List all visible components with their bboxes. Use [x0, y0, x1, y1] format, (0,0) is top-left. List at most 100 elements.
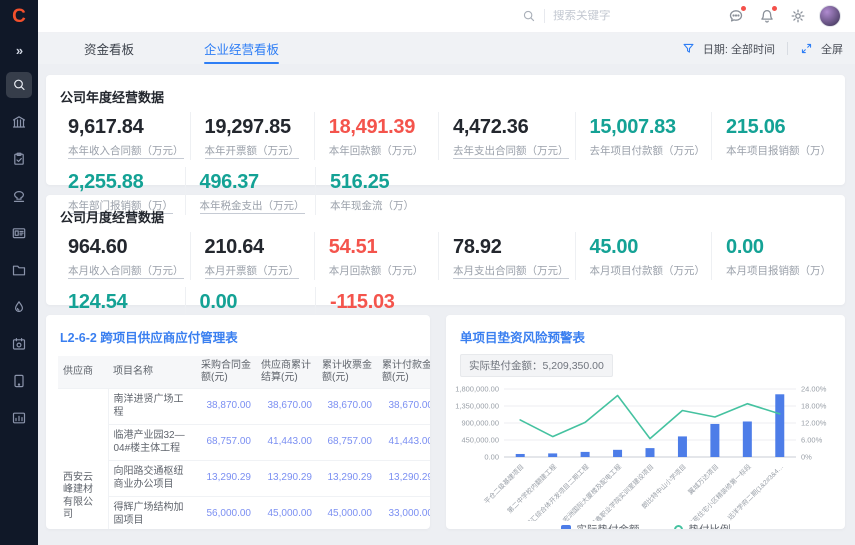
monthly-kpi: 964.60 本月收入合同额（万元）: [54, 232, 190, 280]
bar-6[interactable]: [710, 424, 719, 457]
sidebar-item-report-icon[interactable]: [6, 405, 32, 431]
table-row[interactable]: 西安云峰建材有限公司南洋进贤广场工程38,870.0038,670.0038,6…: [58, 389, 430, 425]
kpi-label[interactable]: 本年开票额（万元）: [205, 143, 308, 158]
svg-text:12.00%: 12.00%: [801, 419, 827, 428]
gear-icon[interactable]: [787, 5, 809, 27]
annual-kpi: 18,491.39本年回款额（万元）: [314, 112, 438, 160]
bar-8[interactable]: [775, 394, 784, 457]
sidebar-item-droplet-icon[interactable]: [6, 294, 32, 320]
sidebar-item-bank-icon[interactable]: [6, 109, 32, 135]
supplier-cell: 西安云峰建材有限公司: [58, 389, 108, 530]
amount-cell: 41,443.00: [256, 425, 317, 461]
table-row[interactable]: 向阳路交通枢纽商业办公项目13,290.2913,290.2913,290.29…: [58, 461, 430, 497]
kpi-value: 964.60: [68, 235, 184, 259]
kpi-value: 0.00: [200, 290, 310, 314]
sidebar-item-folder-icon[interactable]: [6, 257, 32, 283]
legend-item[interactable]: 实际垫付金额: [561, 522, 640, 529]
kpi-label[interactable]: 本年收入合同额（万元）: [68, 143, 184, 158]
project-name-cell: 向阳路交通枢纽商业办公项目: [108, 461, 196, 497]
payable-table-title: L2-6-2 跨项目供应商应付管理表: [46, 315, 430, 352]
kpi-value: 516.25: [330, 170, 440, 194]
kpi-label: 本月项目付款额（万元）: [590, 263, 706, 278]
svg-text:6.00%: 6.00%: [801, 436, 823, 445]
supplier-payable-table[interactable]: 供应商项目名称采购合同金额(元)供应商累计结算(元)累计收票金额(元)累计付款金…: [58, 356, 430, 529]
kpi-value: 2,255.88: [68, 170, 179, 194]
table-row[interactable]: 得辉广场结构加固项目56,000.0045,000.0045,000.0033,…: [58, 497, 430, 530]
supplier-payable-card: L2-6-2 跨项目供应商应付管理表 供应商项目名称采购合同金额(元)供应商累计…: [46, 315, 430, 529]
kpi-label: 本年现金流（万）: [330, 198, 440, 213]
kpi-label[interactable]: 本月收入合同额（万元）: [68, 263, 184, 278]
sidebar-item-tablet-icon[interactable]: [6, 368, 32, 394]
svg-text:0.00: 0.00: [484, 453, 499, 462]
bar-2[interactable]: [581, 452, 590, 457]
dashboard-tabbar: 资金看板 企业经营看板 日期: 全部时间 全屏: [38, 33, 855, 64]
amount-cell: 13,290.29: [377, 461, 430, 497]
table-column-header: 项目名称: [108, 356, 196, 389]
bar-7[interactable]: [743, 421, 752, 457]
tab-enterprise-dashboard[interactable]: 企业经营看板: [204, 33, 279, 64]
sidebar-item-clipboard-icon[interactable]: [6, 146, 32, 172]
bar-0[interactable]: [516, 454, 525, 457]
kpi-value: 15,007.83: [590, 115, 706, 139]
sidebar-item-stamp-icon[interactable]: [6, 183, 32, 209]
fullscreen-icon[interactable]: [800, 42, 813, 55]
search-divider: [544, 9, 545, 23]
app-logo: C: [0, 0, 38, 33]
table-row[interactable]: 临港产业园32—04#楼主体工程68,757.0041,443.0068,757…: [58, 425, 430, 461]
kpi-label[interactable]: 去年支出合同额（万元）: [453, 143, 569, 158]
amount-cell: 13,290.29: [256, 461, 317, 497]
annual-kpi-row1: 9,617.84本年收入合同额（万元）19,297.85本年开票额（万元）18,…: [46, 112, 845, 160]
svg-text:1,350,000.00: 1,350,000.00: [455, 402, 499, 411]
annual-data-card: 公司年度经营数据 9,617.84本年收入合同额（万元）19,297.85本年开…: [46, 75, 845, 185]
amount-cell: 45,000.00: [317, 497, 377, 530]
bar-1[interactable]: [548, 453, 557, 457]
table-column-header: 采购合同金额(元): [196, 356, 256, 389]
bell-icon[interactable]: [756, 5, 778, 27]
kpi-label[interactable]: 本月开票额（万元）: [205, 263, 308, 278]
sidebar-item-search-icon[interactable]: [6, 72, 32, 98]
message-icon[interactable]: [725, 5, 747, 27]
project-name-cell: 南洋进贤广场工程: [108, 389, 196, 425]
table-column-header: 供应商: [58, 356, 108, 389]
kpi-label[interactable]: 本月支出合同额（万元）: [453, 263, 569, 278]
sidebar-nav: [6, 72, 32, 431]
amount-cell: 33,000.00: [377, 497, 430, 530]
bar-3[interactable]: [613, 450, 622, 457]
amount-cell: 38,670.00: [256, 389, 317, 425]
date-filter[interactable]: 日期: 全部时间: [703, 41, 775, 57]
table-column-header: 累计付款金额(元): [377, 356, 430, 389]
kpi-label: 去年项目付款额（万元）: [590, 143, 706, 158]
sidebar-item-id-card-icon[interactable]: [6, 220, 32, 246]
tab-funds-dashboard[interactable]: 资金看板: [84, 33, 134, 64]
annual-kpi: 516.25 本年现金流（万）: [315, 167, 446, 215]
search-input[interactable]: [553, 10, 658, 22]
sidebar-item-calendar-icon[interactable]: [6, 331, 32, 357]
legend-label: 垫付比例: [689, 522, 731, 529]
filter-funnel-icon[interactable]: [682, 42, 695, 55]
risk-bar-line-chart[interactable]: 0.000%450,000.006.00%900,000.0012.00%1,3…: [448, 379, 835, 521]
tools-divider: [787, 42, 788, 55]
kpi-value: 210.64: [205, 235, 308, 259]
global-search[interactable]: [522, 9, 658, 23]
monthly-kpi-row1: 964.60本月收入合同额（万元）210.64本月开票额（万元）54.51本月回…: [46, 232, 845, 280]
legend-item[interactable]: 垫付比例: [674, 522, 731, 529]
bar-5[interactable]: [678, 436, 687, 457]
svg-text:900,000.00: 900,000.00: [461, 419, 499, 428]
x-axis-label: 翼城万达项目: [686, 462, 720, 496]
top-header: [38, 0, 855, 33]
search-icon: [522, 9, 536, 23]
annual-kpi: 215.06本年项目报销额（万）: [711, 112, 837, 160]
annual-kpi: 15,007.83 去年项目付款额（万元）: [575, 112, 712, 160]
amount-cell: 13,290.29: [196, 461, 256, 497]
legend-square-icon: [561, 525, 571, 530]
kpi-label[interactable]: 本年税金支出（万元）: [200, 198, 310, 213]
sidebar-expand-icon[interactable]: »: [16, 43, 22, 58]
monthly-kpi: 78.92本月支出合同额（万元）: [438, 232, 575, 280]
annual-kpi: 496.37本年税金支出（万元）: [185, 167, 316, 215]
user-avatar[interactable]: [819, 5, 841, 27]
project-name-cell: 临港产业园32—04#楼主体工程: [108, 425, 196, 461]
fullscreen-button[interactable]: 全屏: [821, 41, 843, 57]
svg-text:1,800,000.00: 1,800,000.00: [455, 385, 499, 394]
bar-4[interactable]: [646, 448, 655, 457]
bell-badge: [772, 6, 777, 11]
